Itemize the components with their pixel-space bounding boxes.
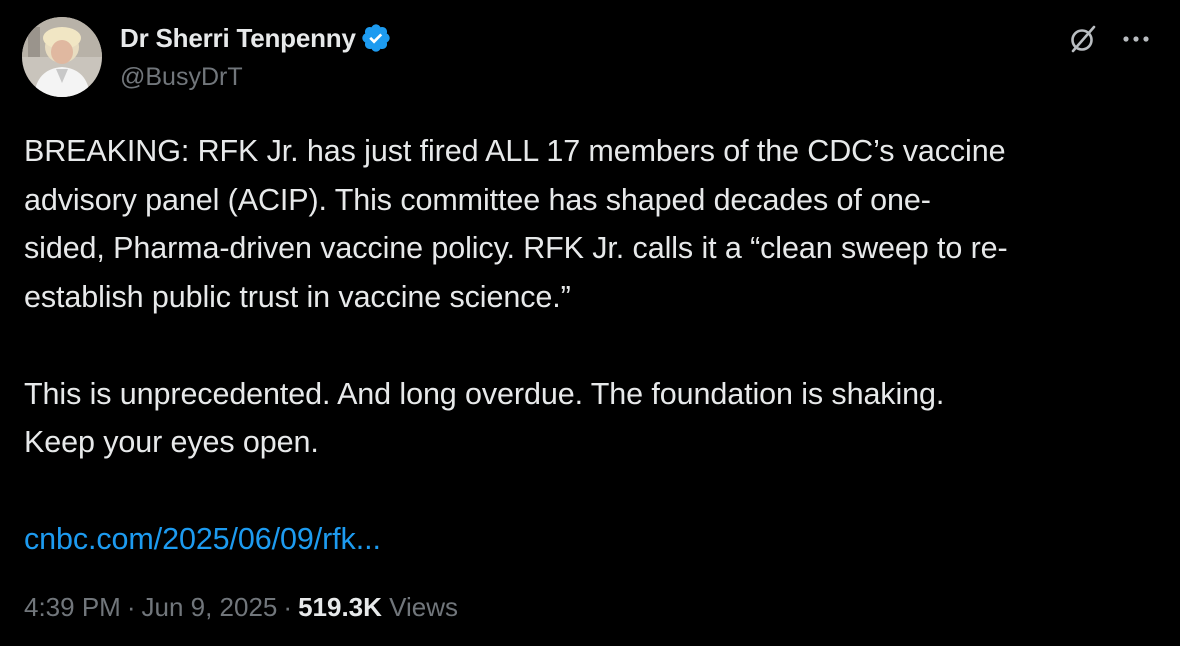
tweet-line: BREAKING: RFK Jr. has just fired ALL 17 … (24, 134, 1006, 168)
display-name[interactable]: Dr Sherri Tenpenny (120, 23, 356, 54)
tweet-date[interactable]: Jun 9, 2025 (142, 592, 278, 622)
tweet-link[interactable]: cnbc.com/2025/06/09/rfk... (24, 522, 381, 556)
tweet-link-line: cnbc.com/2025/06/09/rfk... (24, 515, 1164, 564)
more-dots-icon (1123, 36, 1149, 42)
tweet-text: BREAKING: RFK Jr. has just fired ALL 17 … (24, 127, 1164, 564)
meta-separator: · (126, 592, 136, 622)
grok-button[interactable] (1066, 22, 1100, 56)
tweet-line: establish public trust in vaccine scienc… (24, 279, 571, 314)
grok-icon (1071, 25, 1096, 53)
tweet-paragraph-1: BREAKING: RFK Jr. has just fired ALL 17 … (24, 127, 1164, 321)
tweet-line: advisory panel (ACIP). This committee ha… (24, 182, 931, 217)
tweet-line: sided, Pharma-driven vaccine policy. RFK… (24, 231, 1008, 265)
author-handle[interactable]: @BusyDrT (120, 63, 243, 92)
avatar[interactable] (22, 17, 102, 97)
meta-separator: · (283, 592, 293, 622)
views-label: Views (389, 592, 459, 622)
avatar-image (22, 17, 102, 97)
views-count[interactable]: 519.3K (298, 592, 382, 622)
more-options-button[interactable] (1116, 22, 1156, 56)
tweet-paragraph-2: This is unprecedented. And long overdue.… (24, 370, 1164, 467)
author-name-row: Dr Sherri Tenpenny (120, 22, 392, 54)
tweet-meta: 4:39 PM · Jun 9, 2025 · 519.3K Views (24, 592, 458, 623)
tweet: Dr Sherri Tenpenny @BusyDrT BREAKING: RF… (0, 0, 1180, 646)
tweet-line: Keep your eyes open. (24, 425, 319, 459)
tweet-time[interactable]: 4:39 PM (24, 592, 121, 622)
tweet-line: This is unprecedented. And long overdue.… (24, 376, 945, 411)
verified-badge-icon[interactable] (360, 22, 392, 54)
